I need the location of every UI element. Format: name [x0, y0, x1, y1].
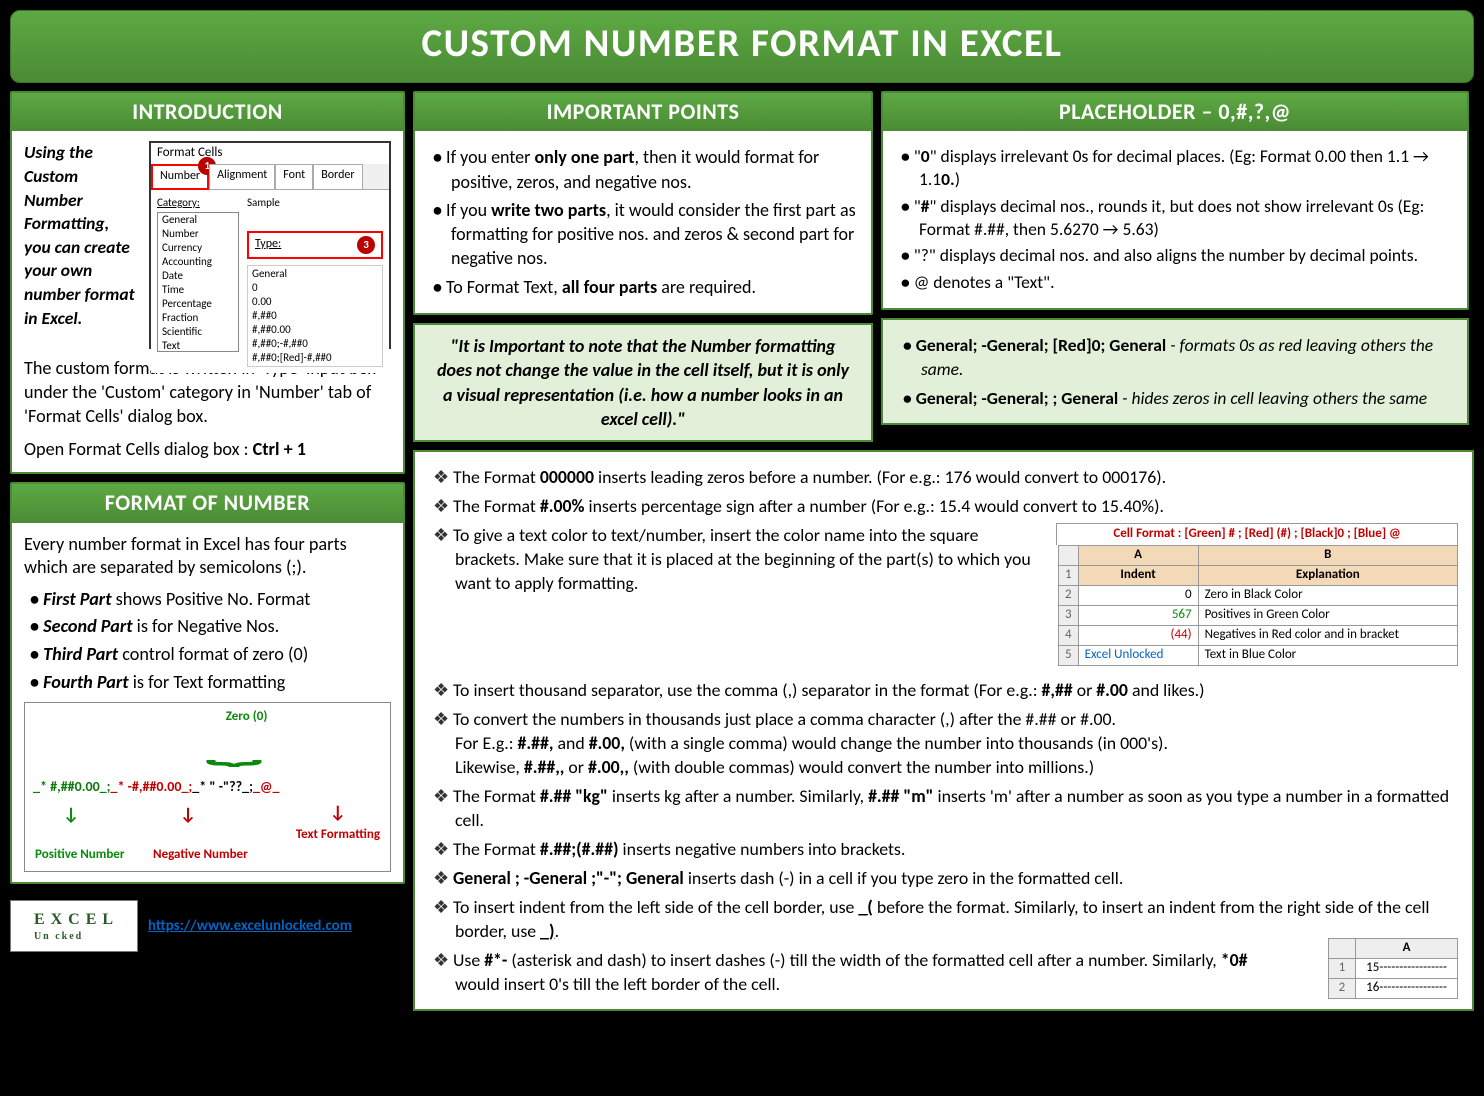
logo: E X C E LUn cked [10, 900, 138, 952]
tip-leading-zeros: The Format 000000 inserts leading zeros … [433, 465, 1458, 489]
format-part-2: Second Part is for Negative Nos. [30, 615, 391, 639]
footer-link[interactable]: https://www.excelunlocked.com [148, 917, 352, 937]
placeholder-heading: PLACEHOLDER – 0,#,?,@ [883, 93, 1467, 132]
dlg-sample-label: Sample [247, 196, 383, 210]
panel-introduction: INTRODUCTION Using the Custom Number For… [10, 91, 405, 474]
dlg-type-box[interactable]: Type:3 [247, 231, 383, 259]
footer: E X C E LUn cked https://www.excelunlock… [10, 900, 405, 952]
tip-neg-brackets: The Format #.##;(#.##) inserts negative … [433, 837, 1458, 861]
intro-shortcut: Open Format Cells dialog box : Ctrl + 1 [24, 438, 391, 462]
tip-kg-m: The Format #.## "kg" inserts kg after a … [433, 784, 1458, 832]
tip-fill-dash: Use #*- (asterisk and dash) to insert da… [433, 948, 1283, 996]
tip-convert-thousands: To convert the numbers in thousands just… [433, 707, 1458, 779]
important-note-callout: "It is Important to note that the Number… [413, 323, 873, 442]
dlg-tab-border[interactable]: Border [313, 164, 362, 189]
format-heading: FORMAT OF NUMBER [12, 484, 403, 523]
placeholder-item-2: "?" displays decimal nos. and also align… [901, 244, 1455, 267]
placeholder-item-3: @ denotes a "Text". [901, 271, 1455, 294]
format-cells-dialog: Format Cells Number1 Alignment Font Bord… [149, 141, 391, 349]
tip-indent: To insert indent from the left side of t… [433, 895, 1458, 943]
dlg-title: Format Cells [151, 143, 389, 164]
dlg-tab-font[interactable]: Font [275, 164, 313, 189]
tip-thousand-sep: To insert thousand separator, use the co… [433, 678, 1458, 702]
dlg-category-list[interactable]: General Number Currency Accounting Date … [157, 212, 239, 352]
dlg-tab-alignment[interactable]: Alignment [209, 164, 275, 189]
panel-format-of-number: FORMAT OF NUMBER Every number format in … [10, 482, 405, 885]
tip-text-color: To give a text color to text/number, ins… [433, 523, 1053, 595]
panel-important-points: IMPORTANT POINTS If you enter only one p… [413, 91, 873, 315]
important-item-3: To Format Text, all four parts are requi… [433, 275, 859, 299]
panel-tips: The Format 000000 inserts leading zeros … [413, 450, 1474, 1010]
placeholder-item-0: "0" displays irrelevant 0s for decimal p… [901, 145, 1455, 191]
important-item-2: If you write two parts, it would conside… [433, 198, 859, 271]
format-lead: Every number format in Excel has four pa… [24, 533, 391, 580]
placeholder-examples: General; -General; [Red]0; General - for… [881, 318, 1469, 426]
dlg-tab-number[interactable]: Number1 [151, 164, 209, 190]
format-diagram: Zero (0) ⏟ _* #,##0.00_;_* -#,##0.00_;_*… [24, 702, 391, 872]
format-part-1: First Part shows Positive No. Format [30, 588, 391, 612]
format-part-4: Fourth Part is for Text formatting [30, 671, 391, 695]
example-table: Cell Format : [Green] # ; [Red] (#) ; [B… [1056, 523, 1458, 671]
tip-dash-zero: General ; -General ;"-"; General inserts… [433, 866, 1458, 890]
mini-example-table: A 115----------------- 216--------------… [1328, 938, 1458, 999]
page-title: CUSTOM NUMBER FORMAT IN EXCEL [10, 10, 1474, 83]
tip-percentage: The Format #.00% inserts percentage sign… [433, 494, 1458, 518]
format-part-3: Third Part control format of zero (0) [30, 643, 391, 667]
panel-placeholder: PLACEHOLDER – 0,#,?,@ "0" displays irrel… [881, 91, 1469, 310]
intro-heading: INTRODUCTION [12, 93, 403, 132]
dlg-type-list[interactable]: General 0 0.00 #,##0 #,##0.00 #,##0;-#,#… [247, 265, 383, 367]
important-item-1: If you enter only one part, then it woul… [433, 145, 859, 194]
placeholder-item-1: "#" displays decimal nos., rounds it, bu… [901, 195, 1455, 241]
dlg-category-label: Category: [157, 196, 239, 210]
intro-lead: Using the Custom Number Formatting, you … [24, 141, 139, 349]
important-heading: IMPORTANT POINTS [415, 93, 871, 132]
